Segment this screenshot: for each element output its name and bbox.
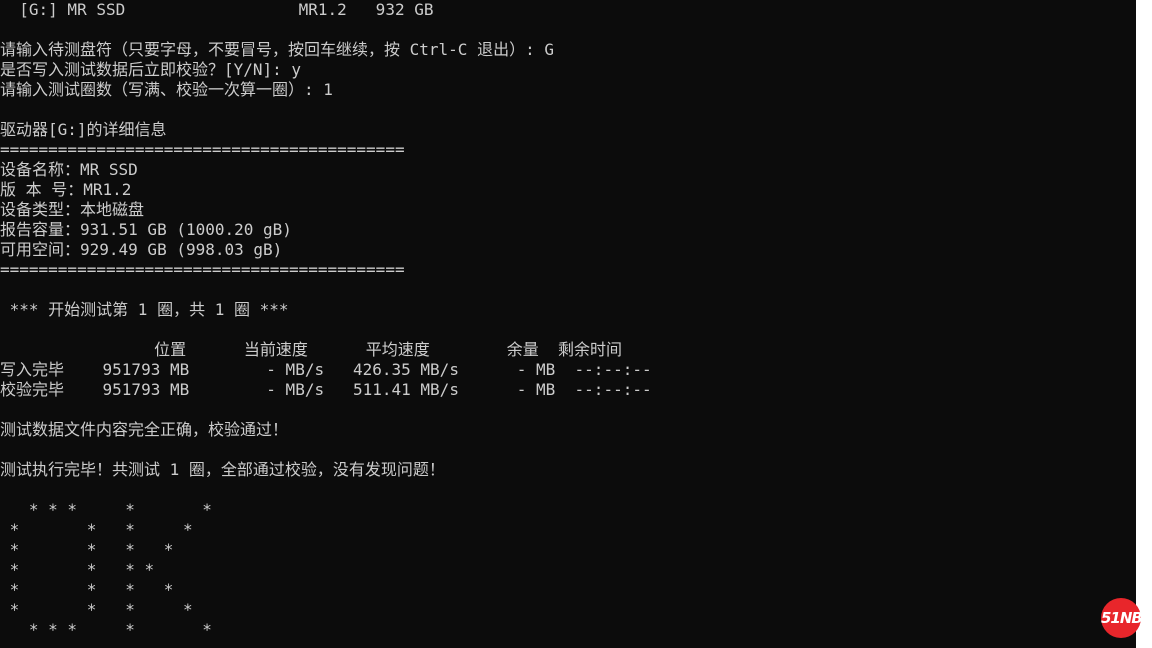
console-line: 请输入测试圈数（写满、校验一次算一圈）: 1 — [0, 80, 333, 99]
console-output[interactable]: [G:] MR SSD MR1.2 932 GB 请输入待测盘符（只要字母，不要… — [0, 0, 1136, 648]
console-line: * * * * * — [0, 620, 212, 639]
console-line: 设备类型：本地磁盘 — [0, 200, 145, 219]
console-line: *** 开始测试第 1 圈，共 1 圈 *** — [0, 300, 289, 319]
console-line: 测试执行完毕！共测试 1 圈，全部通过校验，没有发现问题！ — [0, 460, 445, 479]
vertical-scrollbar[interactable] — [1136, 0, 1152, 648]
console-line: * * * * — [0, 520, 193, 539]
console-line: 版 本 号：MR1.2 — [0, 180, 132, 199]
console-line: [G:] MR SSD MR1.2 932 GB — [0, 0, 434, 19]
screen: [G:] MR SSD MR1.2 932 GB 请输入待测盘符（只要字母，不要… — [0, 0, 1152, 648]
console-line: 可用空间：929.49 GB (998.03 gB) — [0, 240, 283, 259]
console-line: * * * * — [0, 580, 174, 599]
console-line: 驱动器[G:]的详细信息 — [0, 120, 167, 139]
console-line: 是否写入测试数据后立即校验？[Y/N]: y — [0, 60, 302, 79]
console-line: 位置 当前速度 平均速度 余量 剩余时间 — [0, 340, 623, 359]
console-line: * * * * — [0, 560, 155, 579]
console-line: ========================================… — [0, 140, 405, 159]
console-line: 请输入待测盘符（只要字母，不要冒号，按回车继续，按 Ctrl-C 退出）: G — [0, 40, 554, 59]
console-line: ========================================… — [0, 260, 405, 279]
console-line: 写入完毕 951793 MB - MB/s 426.35 MB/s - MB -… — [0, 360, 652, 379]
console-line: * * * * — [0, 540, 174, 559]
console-line: 报告容量：931.51 GB (1000.20 gB) — [0, 220, 292, 239]
watermark-logo: 51NB — [1101, 598, 1143, 638]
console-line: 设备名称：MR SSD — [0, 160, 138, 179]
console-line: * * * * * — [0, 500, 212, 519]
console-line: * * * * — [0, 600, 193, 619]
console-line: 校验完毕 951793 MB - MB/s 511.41 MB/s - MB -… — [0, 380, 652, 399]
console-line: 测试数据文件内容完全正确，校验通过！ — [0, 420, 289, 439]
